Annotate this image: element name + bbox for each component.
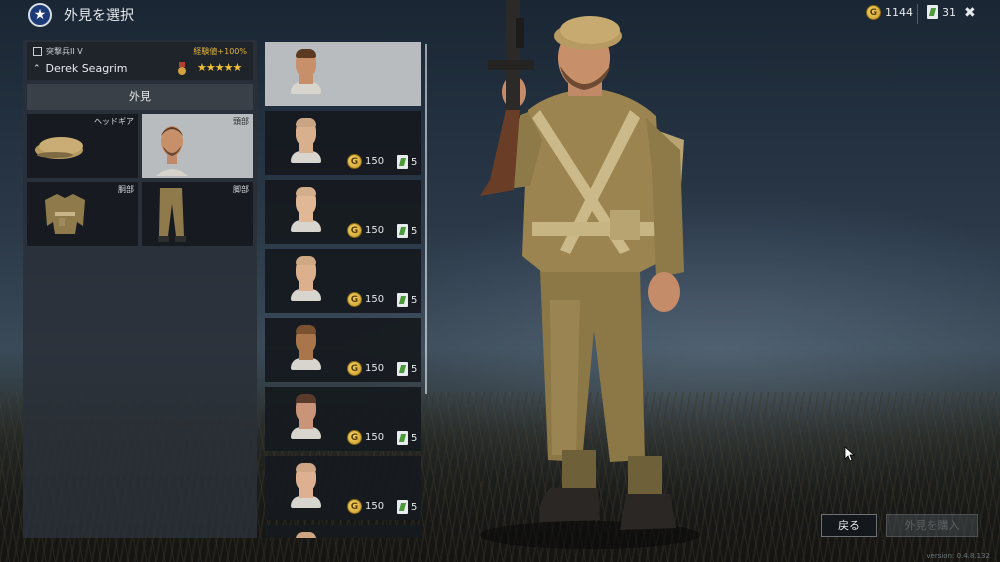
silver-coin-icon: G [347, 154, 362, 169]
head-option-item[interactable] [265, 525, 421, 538]
ticket-icon [397, 224, 408, 238]
divider [917, 4, 918, 24]
slot-headgear[interactable]: ヘッドギア [27, 114, 138, 178]
page-title: 外見を選択 [64, 8, 134, 24]
item-price: G 150 [347, 223, 384, 238]
item-price: G 150 [347, 292, 384, 307]
buy-appearance-button[interactable]: 外見を購入 [886, 514, 978, 537]
item-ticket-cost: 5 [397, 224, 417, 238]
mouse-cursor-icon [844, 446, 856, 462]
head-portrait-icon [289, 186, 323, 234]
price-value: 150 [365, 294, 385, 305]
item-ticket-cost: 5 [397, 155, 417, 169]
slot-label: 胴部 [118, 185, 134, 194]
close-icon[interactable]: ✖ [964, 5, 976, 21]
ticket-cost-value: 5 [411, 294, 418, 306]
head-portrait-icon [289, 393, 323, 441]
appearance-panel: 突撃兵II V 経験値+100% ⌃ Derek Seagrim ★★★★★ 外… [23, 40, 257, 538]
item-price: G 150 [347, 430, 384, 445]
slot-legs[interactable]: 脚部 [142, 182, 253, 246]
soldier-name: Derek Seagrim [45, 62, 128, 75]
slot-label: 脚部 [233, 185, 249, 194]
head-option-item[interactable]: G 150 5 [265, 387, 421, 451]
version-label: version: 0.4.8.132 [926, 552, 990, 560]
price-value: 150 [365, 363, 385, 374]
ticket-cost-value: 5 [411, 225, 418, 237]
item-ticket-cost: 5 [397, 362, 417, 376]
price-value: 150 [365, 225, 385, 236]
head-option-item[interactable]: G 150 5 [265, 180, 421, 244]
class-icon [33, 47, 42, 56]
ticket-cost-value: 5 [411, 432, 418, 444]
soldier-info: 突撃兵II V 経験値+100% ⌃ Derek Seagrim ★★★★★ [27, 42, 253, 80]
ticket-cost-value: 5 [411, 156, 418, 168]
silver-balance: G 1144 [866, 5, 913, 20]
medal-icon [177, 62, 187, 75]
head-portrait-icon [289, 255, 323, 303]
item-price: G 150 [347, 361, 384, 376]
ticket-cost-value: 5 [411, 363, 418, 375]
head-option-item[interactable]: G 150 5 [265, 111, 421, 175]
ticket-icon [397, 293, 408, 307]
ticket-balance: 31 [927, 5, 956, 19]
item-price: G 150 [347, 499, 384, 514]
soldier-character [480, 0, 700, 549]
price-value: 150 [365, 156, 385, 167]
star-rating: ★★★★★ [197, 61, 242, 74]
item-price: G 150 [347, 154, 384, 169]
price-value: 150 [365, 432, 385, 443]
rank-chevron-icon: ⌃ [33, 63, 41, 74]
silver-coin-icon: G [347, 292, 362, 307]
section-title: 外見 [27, 84, 253, 110]
silver-coin-icon: G [347, 430, 362, 445]
xp-bonus: 経験値+100% [193, 47, 247, 56]
soldier-rank: 突撃兵II V [46, 47, 83, 56]
silver-coin-icon: G [347, 223, 362, 238]
head-option-list[interactable]: G 150 5 G 150 5 G 150 5 G 150 5 G 150 5 G 150 5 [263, 40, 427, 538]
head-portrait-icon [289, 531, 323, 538]
slot-label: 頭部 [233, 117, 249, 126]
ticket-icon [397, 431, 408, 445]
item-ticket-cost: 5 [397, 500, 417, 514]
ticket-icon [927, 5, 938, 19]
head-option-item[interactable] [265, 42, 421, 106]
scrollbar[interactable] [425, 44, 427, 394]
head-option-item[interactable]: G 150 5 [265, 456, 421, 520]
head-portrait-icon [289, 324, 323, 372]
ticket-icon [397, 500, 408, 514]
slot-torso[interactable]: 胴部 [27, 182, 138, 246]
silver-coin-icon: G [347, 361, 362, 376]
price-value: 150 [365, 501, 385, 512]
ticket-cost-value: 5 [411, 501, 418, 513]
back-button[interactable]: 戻る [821, 514, 877, 537]
item-ticket-cost: 5 [397, 293, 417, 307]
slot-label: ヘッドギア [94, 117, 134, 126]
ticket-icon [397, 362, 408, 376]
ticket-icon [397, 155, 408, 169]
silver-coin-icon: G [347, 499, 362, 514]
head-option-item[interactable]: G 150 5 [265, 318, 421, 382]
head-option-item[interactable]: G 150 5 [265, 249, 421, 313]
slot-head[interactable]: 頭部 [142, 114, 253, 178]
item-ticket-cost: 5 [397, 431, 417, 445]
ticket-value: 31 [942, 5, 956, 19]
silver-coin-icon: G [866, 5, 881, 20]
head-portrait-icon [289, 48, 323, 96]
silver-value: 1144 [885, 6, 913, 19]
head-portrait-icon [289, 462, 323, 510]
head-portrait-icon [289, 117, 323, 165]
faction-star-icon: ★ [28, 3, 52, 27]
